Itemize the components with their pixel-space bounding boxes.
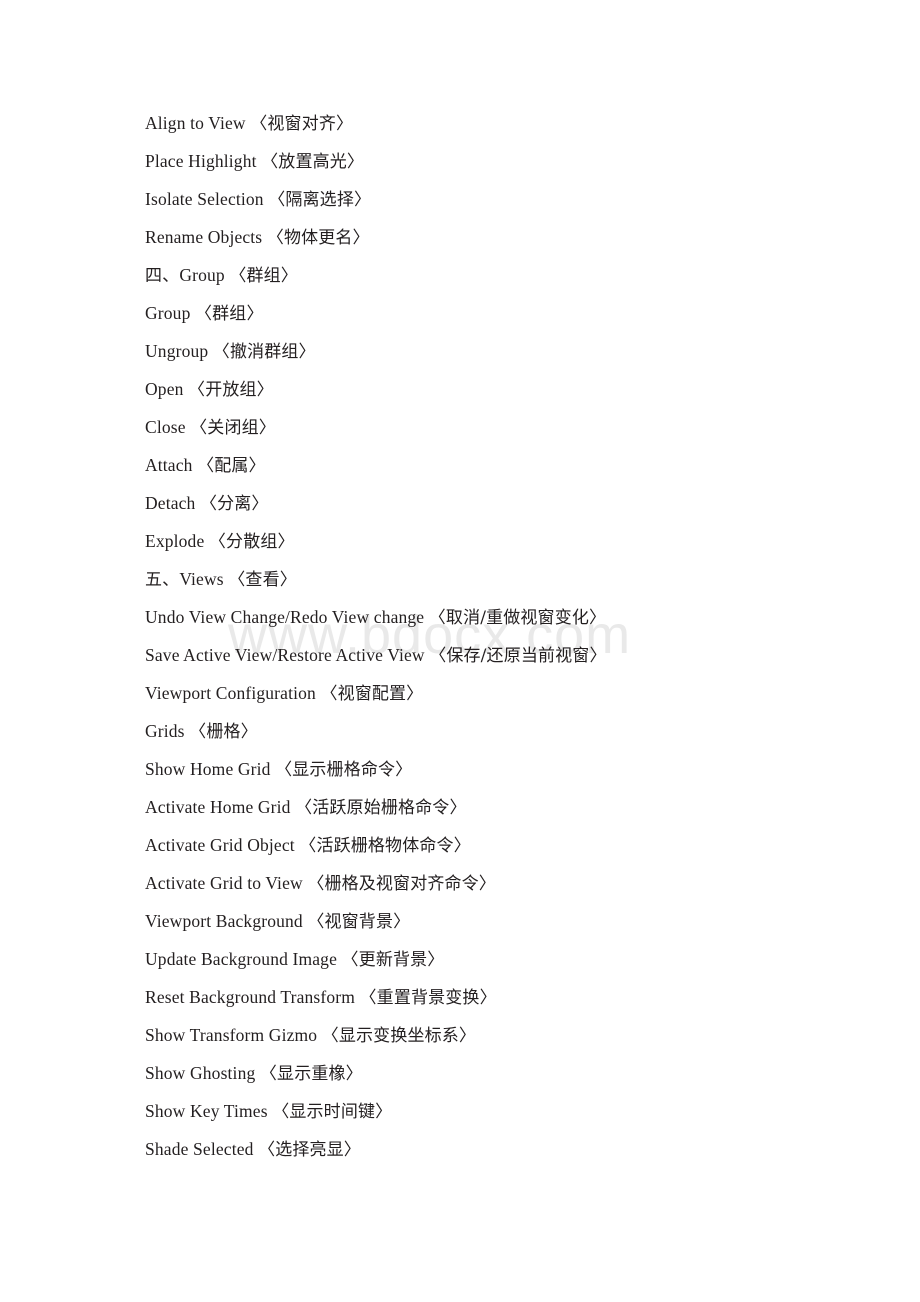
term-english: Activate Grid Object xyxy=(145,835,295,855)
glossary-line: Align to View 〈视窗对齐〉 xyxy=(145,104,845,142)
term-english: Grids xyxy=(145,721,185,741)
term-english: Align to View xyxy=(145,113,246,133)
glossary-line: Reset Background Transform 〈重置背景变换〉 xyxy=(145,978,845,1016)
glossary-line: Viewport Background 〈视窗背景〉 xyxy=(145,902,845,940)
term-chinese: 〈放置高光〉 xyxy=(261,152,365,172)
glossary-line: Grids 〈栅格〉 xyxy=(145,712,845,750)
glossary-line: Show Home Grid 〈显示栅格命令〉 xyxy=(145,750,845,788)
term-chinese: 〈分离〉 xyxy=(199,494,269,514)
term-chinese: 〈栅格及视窗对齐命令〉 xyxy=(307,874,496,894)
term-english: Show Key Times xyxy=(145,1101,268,1121)
term-chinese: 〈开放组〉 xyxy=(188,380,274,400)
term-chinese: 〈栅格〉 xyxy=(189,722,258,742)
glossary-line: Rename Objects 〈物体更名〉 xyxy=(145,218,845,256)
glossary-line: Close 〈关闭组〉 xyxy=(145,408,845,446)
term-english: Update Background Image xyxy=(145,949,337,969)
term-english: Show Ghosting xyxy=(145,1063,256,1083)
glossary-line: Group 〈群组〉 xyxy=(145,294,845,332)
glossary-line: Show Transform Gizmo 〈显示变换坐标系〉 xyxy=(145,1016,845,1054)
glossary-line: Activate Grid to View 〈栅格及视窗对齐命令〉 xyxy=(145,864,845,902)
glossary-line: Attach 〈配属〉 xyxy=(145,446,845,484)
glossary-line: Shade Selected 〈选择亮显〉 xyxy=(145,1130,845,1168)
term-chinese: 〈取消/重做视窗变化〉 xyxy=(428,608,607,628)
term-chinese: 〈隔离选择〉 xyxy=(268,190,372,210)
term-chinese: 〈分散组〉 xyxy=(208,532,295,552)
glossary-line: Detach 〈分离〉 xyxy=(145,484,845,522)
term-chinese: 〈活跃原始栅格命令〉 xyxy=(295,798,467,818)
term-english: Views xyxy=(179,569,224,589)
term-chinese: 〈物体更名〉 xyxy=(266,228,370,248)
term-chinese: 〈更新背景〉 xyxy=(341,950,445,970)
document-body: Align to View 〈视窗对齐〉 Place Highlight 〈放置高… xyxy=(145,104,845,1168)
term-chinese: 〈查看〉 xyxy=(228,570,297,590)
glossary-line: Isolate Selection 〈隔离选择〉 xyxy=(145,180,845,218)
term-chinese: 〈重置背景变换〉 xyxy=(359,988,497,1008)
glossary-line: Show Key Times 〈显示时间键〉 xyxy=(145,1092,845,1130)
term-chinese: 〈关闭组〉 xyxy=(190,418,276,438)
term-chinese: 〈视窗对齐〉 xyxy=(250,114,354,134)
section-number: 五、 xyxy=(145,570,180,590)
term-english: Activate Grid to View xyxy=(145,873,303,893)
term-chinese: 〈撤消群组〉 xyxy=(212,342,316,362)
glossary-line: Undo View Change/Redo View change 〈取消/重做… xyxy=(145,598,845,636)
term-chinese: 〈配属〉 xyxy=(197,456,266,476)
term-english: Shade Selected xyxy=(145,1139,254,1159)
term-english: Group xyxy=(145,303,191,323)
section-heading: 四、Group 〈群组〉 xyxy=(145,256,845,294)
glossary-line: Open 〈开放组〉 xyxy=(145,370,845,408)
document-page: www.bdocx.com Align to View 〈视窗对齐〉 Place … xyxy=(0,0,920,1302)
term-english: Undo View Change/Redo View change xyxy=(145,607,425,627)
section-number: 四、 xyxy=(145,266,180,286)
glossary-line: Save Active View/Restore Active View 〈保存… xyxy=(145,636,845,674)
term-chinese: 〈选择亮显〉 xyxy=(258,1140,361,1160)
term-english: Show Transform Gizmo xyxy=(145,1025,318,1045)
glossary-line: Place Highlight 〈放置高光〉 xyxy=(145,142,845,180)
term-english: Isolate Selection xyxy=(145,189,264,209)
glossary-line: Update Background Image 〈更新背景〉 xyxy=(145,940,845,978)
term-english: Attach xyxy=(145,455,193,475)
term-chinese: 〈显示变换坐标系〉 xyxy=(321,1026,477,1046)
section-heading: 五、Views 〈查看〉 xyxy=(145,560,845,598)
term-chinese: 〈群组〉 xyxy=(195,304,264,324)
term-english: Reset Background Transform xyxy=(145,987,355,1007)
term-english: Show Home Grid xyxy=(145,759,271,779)
term-english: Explode xyxy=(145,531,205,551)
glossary-line: Show Ghosting 〈显示重橡〉 xyxy=(145,1054,845,1092)
term-english: Close xyxy=(145,417,186,437)
term-english: Detach xyxy=(145,493,196,513)
glossary-line: Viewport Configuration 〈视窗配置〉 xyxy=(145,674,845,712)
term-english: Viewport Background xyxy=(145,911,303,931)
term-chinese: 〈视窗背景〉 xyxy=(307,912,411,932)
term-chinese: 〈视窗配置〉 xyxy=(320,684,424,704)
term-english: Save Active View/Restore Active View xyxy=(145,645,425,665)
glossary-line: Activate Grid Object 〈活跃栅格物体命令〉 xyxy=(145,826,845,864)
term-chinese: 〈群组〉 xyxy=(229,266,298,286)
term-chinese: 〈显示时间键〉 xyxy=(272,1102,393,1122)
glossary-line: Explode 〈分散组〉 xyxy=(145,522,845,560)
term-english: Group xyxy=(179,265,225,285)
glossary-line: Ungroup 〈撤消群组〉 xyxy=(145,332,845,370)
term-english: Place Highlight xyxy=(145,151,257,171)
term-english: Viewport Configuration xyxy=(145,683,316,703)
term-chinese: 〈保存/还原当前视窗〉 xyxy=(429,646,607,666)
term-english: Ungroup xyxy=(145,341,209,361)
term-chinese: 〈显示重橡〉 xyxy=(259,1064,363,1084)
term-english: Activate Home Grid xyxy=(145,797,291,817)
term-chinese: 〈显示栅格命令〉 xyxy=(275,760,413,780)
term-english: Open xyxy=(145,379,184,399)
glossary-line: Activate Home Grid 〈活跃原始栅格命令〉 xyxy=(145,788,845,826)
term-chinese: 〈活跃栅格物体命令〉 xyxy=(299,836,471,856)
term-english: Rename Objects xyxy=(145,227,263,247)
